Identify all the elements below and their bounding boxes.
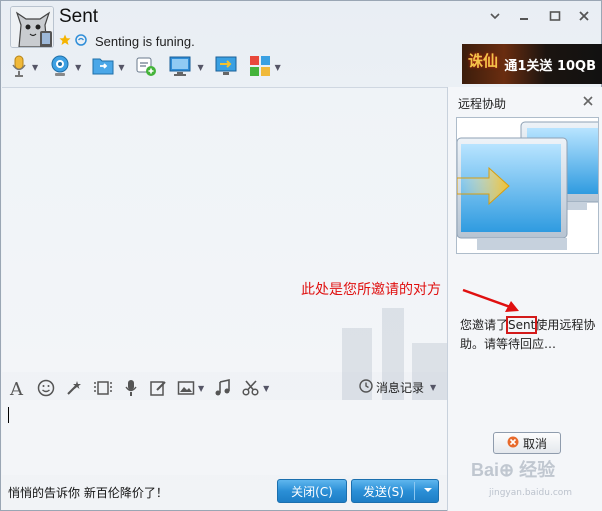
chevron-down-icon[interactable]: ▼ xyxy=(75,63,81,72)
cancel-label: 取消 xyxy=(522,436,547,451)
image-icon[interactable]: ▼ xyxy=(177,379,204,397)
message-history-button[interactable]: 消息记录 ▼ xyxy=(359,379,436,396)
send-divider xyxy=(414,482,415,500)
status-row: Senting is funing. xyxy=(59,34,195,49)
annotation-text: 此处是您所邀请的对方 xyxy=(301,282,441,298)
microphone-icon xyxy=(9,54,29,81)
emoji-icon[interactable] xyxy=(37,379,55,397)
chevron-down-icon[interactable]: ▼ xyxy=(275,63,281,72)
chevron-down-icon[interactable]: ▼ xyxy=(118,63,124,72)
contact-name: Sent xyxy=(59,6,99,27)
file-transfer-icon xyxy=(91,54,115,81)
voice-message-icon[interactable] xyxy=(123,379,139,397)
close-icon[interactable] xyxy=(582,95,594,110)
text-caret xyxy=(8,407,9,423)
dropdown-chevron-icon[interactable] xyxy=(488,9,502,23)
svg-text:A: A xyxy=(9,379,24,398)
cancel-x-icon xyxy=(507,436,519,451)
ad-message-link[interactable]: 悄悄的告诉你 新百伦降价了！ xyxy=(8,484,168,501)
status-text: Senting is funing. xyxy=(95,34,195,49)
music-icon[interactable] xyxy=(214,379,232,397)
send-options-chevron-icon[interactable] xyxy=(422,484,434,499)
remote-assist-illustration xyxy=(456,117,599,254)
qq-status-icon[interactable] xyxy=(75,34,87,49)
chevron-down-icon[interactable]: ▼ xyxy=(197,63,203,72)
ad-logo: 诛仙 xyxy=(468,52,499,70)
create-discussion-button[interactable] xyxy=(134,54,158,81)
chevron-down-icon[interactable]: ▼ xyxy=(32,63,38,72)
font-icon[interactable]: A xyxy=(9,378,27,398)
chevron-down-icon: ▼ xyxy=(430,383,437,392)
input-toolbar: A ▼ ▼ xyxy=(9,376,279,400)
video-camera-icon xyxy=(48,54,72,81)
annotation-arrow-icon xyxy=(462,288,519,312)
send-button[interactable]: 发送(S) xyxy=(351,479,439,503)
invite-message: 您邀请了Sent使用远程协助。请等待回应… xyxy=(460,316,600,354)
video-clip-icon[interactable] xyxy=(93,379,113,397)
magic-emoji-icon[interactable] xyxy=(65,379,83,397)
apps-button[interactable]: ▼ xyxy=(248,54,281,81)
watermark: Bai⊕ 经验 xyxy=(471,460,556,480)
ad-banner[interactable]: 诛仙 通1关送 10QB xyxy=(462,44,602,84)
edit-icon[interactable] xyxy=(149,379,167,397)
send-label: 发送(S) xyxy=(363,484,404,499)
star-icon xyxy=(59,34,71,49)
chevron-down-icon[interactable]: ▼ xyxy=(198,384,204,393)
scissors-icon[interactable]: ▼ xyxy=(242,379,269,397)
maximize-icon[interactable] xyxy=(548,9,562,23)
remote-desktop-button[interactable]: ▼ xyxy=(168,54,204,81)
video-call-button[interactable]: ▼ xyxy=(48,54,81,81)
chat-header: Sent Senting is funing. ▼ ▼ ▼ ▼ ▼ 诛仙 通1关… xyxy=(1,1,602,87)
message-history[interactable] xyxy=(2,87,527,408)
ad-text: 通1关送 10QB xyxy=(504,58,596,74)
history-label: 消息记录 xyxy=(376,381,425,395)
screen-share-button[interactable] xyxy=(214,54,238,81)
watermark-url: jingyan.baidu.com xyxy=(489,488,573,498)
clock-icon xyxy=(359,379,373,396)
invite-message-pre: 您邀请了 xyxy=(460,318,509,332)
apps-icon xyxy=(248,54,272,81)
chat-toolbar: ▼ ▼ ▼ ▼ ▼ xyxy=(9,53,291,81)
cancel-button[interactable]: 取消 xyxy=(493,432,561,454)
message-input[interactable] xyxy=(2,400,447,475)
voice-call-button[interactable]: ▼ xyxy=(9,54,38,81)
send-file-button[interactable]: ▼ xyxy=(91,54,124,81)
chevron-down-icon[interactable]: ▼ xyxy=(263,384,269,393)
panel-title: 远程协助 xyxy=(458,97,507,111)
minimize-icon[interactable] xyxy=(517,9,531,23)
close-button[interactable]: 关闭(C) xyxy=(277,479,347,503)
close-icon[interactable] xyxy=(577,9,591,23)
chat-window: Sent Senting is funing. ▼ ▼ ▼ ▼ ▼ 诛仙 通1关… xyxy=(0,0,602,511)
remote-desktop-icon xyxy=(168,54,194,81)
avatar[interactable] xyxy=(10,6,54,48)
screen-share-icon xyxy=(214,54,238,81)
invited-contact-name: Sent xyxy=(505,316,538,334)
add-chat-icon xyxy=(134,54,158,81)
